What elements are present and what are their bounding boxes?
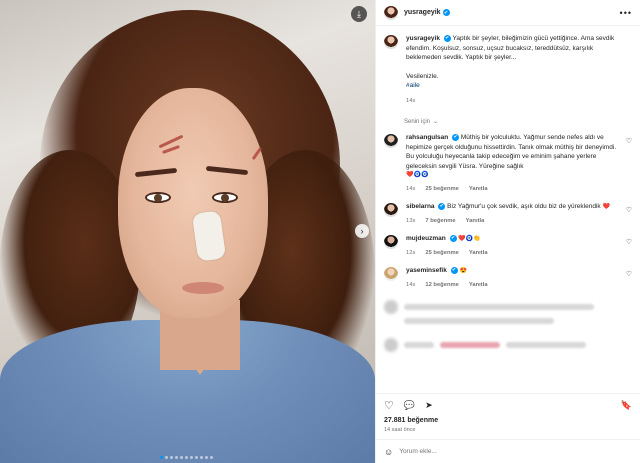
comment-body: mujdeuzman ✔ ❤️🧿👏 12s 25 beğenme Yanıtla — [406, 234, 632, 258]
download-icon[interactable]: ⤓ — [351, 6, 367, 22]
carousel-dot — [195, 456, 198, 459]
comment-icon[interactable]: 💬 — [404, 400, 415, 411]
comment-username[interactable]: yaseminsefik — [406, 267, 447, 274]
comment-time: 14s — [406, 185, 416, 192]
carousel-indicator — [160, 456, 213, 459]
caption-body: yusrageyik ✔ Yaptık bir şeyler, bileğimi… — [406, 34, 632, 106]
section-label-text: Senin için — [404, 118, 431, 125]
share-icon[interactable]: ➤ — [425, 400, 433, 411]
verified-badge-icon: ✔ — [443, 34, 451, 42]
author-username[interactable]: yusrageyik — [404, 9, 441, 16]
avatar[interactable] — [384, 203, 398, 217]
comment-text: Biz Yağmur'u çok sevdik, aşık oldu biz d… — [447, 203, 601, 210]
eye — [145, 192, 171, 203]
comment-emojis: ❤️ — [602, 204, 610, 210]
comments-list[interactable]: yusrageyik ✔ Yaptık bir şeyler, bileğimi… — [376, 26, 640, 393]
reply-button[interactable]: Yanıtla — [469, 249, 488, 259]
carousel-dot — [175, 456, 178, 459]
comment-likes[interactable]: 25 beğenme — [425, 249, 459, 259]
comment-time: 13s — [406, 217, 416, 224]
like-comment-heart-icon[interactable]: ♡ — [626, 206, 632, 214]
caption-time: 14s — [406, 97, 416, 104]
like-comment-heart-icon[interactable]: ♡ — [626, 137, 632, 145]
avatar[interactable] — [384, 134, 398, 148]
next-slide-button[interactable]: › — [355, 224, 369, 238]
likes-count[interactable]: 27.881 beğenme — [376, 417, 640, 424]
comment-emojis: 😍 — [459, 268, 467, 274]
post-actions: ♡ 💬 ➤ 🔖 — [376, 393, 640, 417]
post-sidebar: yusrageyik ✔ ••• yusrageyik ✔ Yaptık bir… — [375, 0, 640, 463]
blurred-avatar — [384, 338, 398, 352]
avatar[interactable] — [384, 35, 398, 49]
comment-likes[interactable]: 12 beğenme — [425, 281, 459, 291]
comment-likes[interactable]: 25 beğenme — [425, 185, 459, 195]
comment-item: rahsangulsan ✔ Müthiş bir yolculuktu. Ya… — [384, 133, 632, 194]
reply-button[interactable]: Yanıtla — [469, 185, 488, 195]
instagram-post-view: ⤓ › yusrageyik ✔ ••• yusrageyik ✔ Yaptık… — [0, 0, 640, 463]
like-comment-heart-icon[interactable]: ♡ — [626, 238, 632, 246]
reply-button[interactable]: Yanıtla — [466, 217, 485, 227]
carousel-dot — [160, 456, 163, 459]
comment-time: 14s — [406, 281, 416, 288]
blurred-text — [404, 342, 434, 348]
blurred-text — [506, 342, 586, 348]
comment-item: sibelarna ✔ Biz Yağmur'u çok sevdik, aşı… — [384, 202, 632, 226]
comment-username[interactable]: sibelarna — [406, 203, 435, 210]
eye — [212, 192, 238, 203]
avatar[interactable] — [384, 235, 398, 249]
verified-badge-icon: ✔ — [452, 133, 460, 141]
carousel-dot — [205, 456, 208, 459]
bookmark-icon[interactable]: 🔖 — [621, 400, 632, 411]
like-comment-heart-icon[interactable]: ♡ — [626, 270, 632, 278]
comment-input[interactable] — [399, 448, 632, 455]
caption-username[interactable]: yusrageyik — [406, 35, 440, 42]
comment-username[interactable]: rahsangulsan — [406, 134, 448, 141]
comment-item: mujdeuzman ✔ ❤️🧿👏 12s 25 beğenme Yanıtla… — [384, 234, 632, 258]
blurred-comment — [384, 300, 632, 314]
carousel-dot — [165, 456, 168, 459]
carousel-dot — [185, 456, 188, 459]
verified-badge-icon: ✔ — [449, 234, 457, 242]
carousel-dot — [200, 456, 203, 459]
chevron-down-icon: ⌄ — [433, 119, 439, 125]
post-timestamp: 14 saat önce — [384, 427, 416, 433]
blurred-text — [440, 342, 500, 348]
emoji-picker-icon[interactable]: ☺ — [384, 447, 393, 457]
comment-emojis: ❤️🧿🧿 — [406, 172, 429, 178]
blurred-comment — [404, 318, 632, 324]
blurred-avatar — [384, 300, 398, 314]
avatar[interactable] — [384, 5, 398, 20]
comment-body: yaseminsefik ✔ 😍 14s 12 beğenme Yanıtla — [406, 266, 632, 290]
comment-body: rahsangulsan ✔ Müthiş bir yolculuktu. Ya… — [406, 133, 632, 194]
blurred-text — [404, 304, 594, 310]
heart-icon[interactable]: ♡ — [384, 399, 394, 412]
comment-time: 12s — [406, 249, 416, 256]
caption: yusrageyik ✔ Yaptık bir şeyler, bileğimi… — [384, 34, 632, 106]
carousel-dot — [190, 456, 193, 459]
comment-item: yaseminsefik ✔ 😍 14s 12 beğenme Yanıtla … — [384, 266, 632, 290]
verified-badge-icon: ✔ — [438, 202, 446, 210]
comment-body: sibelarna ✔ Biz Yağmur'u çok sevdik, aşı… — [406, 202, 632, 226]
section-label[interactable]: Senin için ⌄ — [404, 118, 632, 126]
blurred-text — [404, 318, 554, 324]
comment-emojis: ❤️🧿👏 — [458, 236, 481, 242]
add-comment-bar: ☺ — [376, 439, 640, 463]
carousel-dot — [170, 456, 173, 459]
hashtag-link[interactable]: #aile — [406, 81, 618, 91]
reply-button[interactable]: Yanıtla — [469, 281, 488, 291]
comment-likes[interactable]: 7 beğenme — [425, 217, 455, 227]
blurred-comment — [384, 338, 632, 352]
caption-closing: Vesilenizle. — [406, 72, 439, 80]
comment-username[interactable]: mujdeuzman — [406, 235, 446, 242]
post-photo[interactable]: ⤓ › — [0, 0, 375, 463]
avatar[interactable] — [384, 267, 398, 281]
lips — [182, 282, 224, 294]
post-header: yusrageyik ✔ ••• — [376, 0, 640, 26]
verified-badge-icon: ✔ — [450, 266, 458, 274]
carousel-dot — [210, 456, 213, 459]
verified-badge-icon: ✔ — [442, 9, 450, 16]
more-options-icon[interactable]: ••• — [620, 8, 632, 18]
carousel-dot — [180, 456, 183, 459]
